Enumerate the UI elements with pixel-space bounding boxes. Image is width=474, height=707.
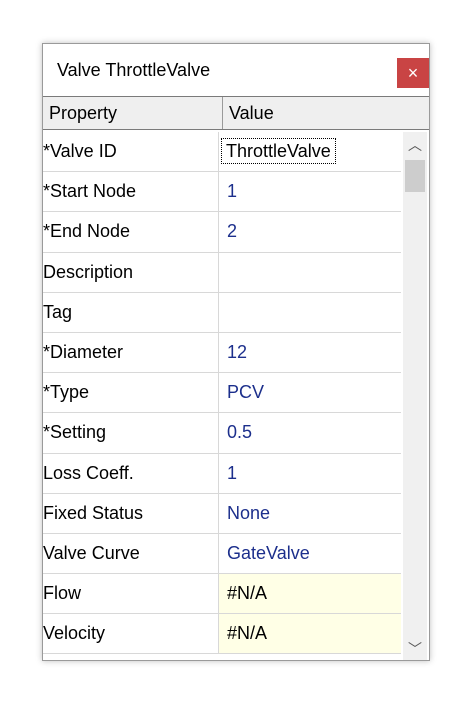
- property-row[interactable]: *Setting 0.5: [43, 413, 401, 454]
- property-value[interactable]: 1: [219, 172, 401, 211]
- property-row[interactable]: *Start Node 1: [43, 172, 401, 213]
- property-row[interactable]: Velocity #N/A: [43, 614, 401, 655]
- vertical-scrollbar[interactable]: ︿ ﹀: [403, 132, 427, 660]
- property-value[interactable]: 0.5: [219, 413, 401, 452]
- property-name: Velocity: [43, 614, 219, 654]
- property-value[interactable]: 2: [219, 212, 401, 251]
- property-row[interactable]: Fixed Status None: [43, 493, 401, 534]
- property-name: Fixed Status: [43, 493, 219, 533]
- property-rows: *Valve ID ThrottleValve *Start Node 1 *E…: [43, 132, 401, 655]
- property-row[interactable]: *Diameter 12: [43, 332, 401, 374]
- property-row[interactable]: *Type PCV: [43, 373, 401, 414]
- grid-header: Property Value: [43, 96, 429, 130]
- close-button[interactable]: ×: [397, 58, 429, 88]
- property-row[interactable]: *End Node 2: [43, 212, 401, 253]
- title-bar[interactable]: Valve ThrottleValve ×: [43, 44, 429, 96]
- property-editor-window: Valve ThrottleValve × Property Value *Va…: [42, 43, 430, 661]
- property-name: Valve Curve: [43, 533, 219, 574]
- scroll-down-icon[interactable]: ﹀: [403, 638, 427, 660]
- property-value[interactable]: None: [219, 494, 401, 533]
- property-name: Tag: [43, 292, 219, 332]
- property-name: *Diameter: [43, 332, 219, 373]
- window-title: Valve ThrottleValve: [57, 60, 211, 80]
- property-value[interactable]: [219, 253, 401, 292]
- property-row[interactable]: Description: [43, 252, 401, 293]
- property-row[interactable]: Loss Coeff. 1: [43, 453, 401, 494]
- property-value-readonly: #N/A: [219, 614, 401, 654]
- property-name: *Setting: [43, 413, 219, 453]
- property-value-readonly: #N/A: [219, 574, 401, 614]
- property-row[interactable]: *Valve ID ThrottleValve: [43, 132, 401, 173]
- property-name: *End Node: [43, 212, 219, 252]
- property-name: *Valve ID: [43, 132, 219, 172]
- property-name: *Type: [43, 373, 219, 413]
- column-header-property[interactable]: Property: [43, 97, 223, 129]
- property-value[interactable]: 1: [219, 454, 401, 493]
- property-value[interactable]: GateValve: [219, 534, 401, 573]
- property-row[interactable]: Flow #N/A: [43, 574, 401, 615]
- property-value[interactable]: PCV: [219, 373, 401, 412]
- property-value[interactable]: 12: [219, 333, 401, 372]
- property-name: *Start Node: [43, 172, 219, 212]
- property-value[interactable]: [219, 293, 401, 332]
- property-row[interactable]: Valve Curve GateValve: [43, 533, 401, 575]
- scrollbar-thumb[interactable]: [405, 160, 425, 192]
- property-name: Loss Coeff.: [43, 453, 219, 493]
- property-name: Flow: [43, 574, 219, 614]
- column-header-value[interactable]: Value: [223, 97, 429, 129]
- property-value-editor[interactable]: ThrottleValve: [219, 132, 401, 171]
- property-row[interactable]: Tag: [43, 292, 401, 333]
- property-value[interactable]: ThrottleValve: [221, 138, 336, 164]
- property-grid: Property Value *Valve ID ThrottleValve *…: [43, 96, 429, 660]
- scroll-up-icon[interactable]: ︿: [403, 134, 427, 156]
- close-icon: ×: [407, 63, 419, 83]
- property-name: Description: [43, 252, 219, 292]
